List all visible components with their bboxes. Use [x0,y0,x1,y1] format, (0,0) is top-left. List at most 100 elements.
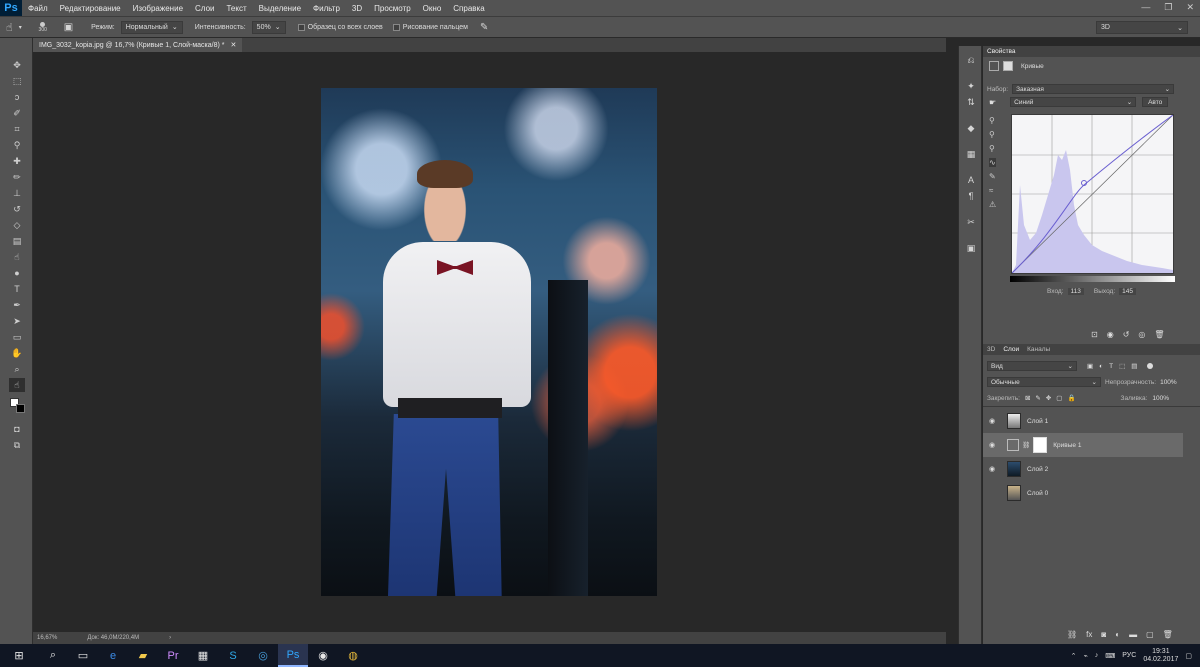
input-value[interactable]: 113 [1067,288,1084,295]
hand-tool-icon[interactable]: ✋ [9,346,25,360]
windows-start-icon[interactable]: ⊞ [0,644,38,667]
tab-layers[interactable]: Слои [1003,346,1019,353]
pen-tool-icon[interactable]: ✒ [9,298,25,312]
clock[interactable]: 19:31 04.02.2017 [1143,648,1178,664]
new-layer-icon[interactable]: ▢ [1146,630,1154,639]
opacity-value[interactable]: 100% [1160,379,1177,386]
gray-point-eyedropper-icon[interactable]: ⚲ [989,130,996,139]
reset-icon[interactable]: ↺ [1123,330,1130,339]
language-indicator[interactable]: РУС [1122,652,1136,659]
menu-type[interactable]: Текст [220,4,252,13]
visibility-icon[interactable]: ◎ [1138,330,1145,339]
network-icon[interactable]: ⌁ [1083,652,1087,660]
on-image-adjust-icon[interactable]: ☛ [989,98,996,107]
document-tab[interactable]: IMG_3032_kopia.jpg @ 16,7% (Кривые 1, Сл… [33,38,243,52]
menu-window[interactable]: Окно [417,4,448,13]
curve-point-tool-icon[interactable]: ∿ [989,158,997,167]
white-point-eyedropper-icon[interactable]: ⚲ [989,144,996,153]
intensity-input[interactable]: 50% ⌄ [251,20,286,34]
zoom-level[interactable]: 16,67% [37,635,57,641]
view-previous-icon[interactable]: ◉ [1107,330,1114,339]
rectangle-tool-icon[interactable]: ▭ [9,330,25,344]
chrome-icon[interactable]: ◍ [338,644,368,667]
type-tool-icon[interactable]: T [9,282,25,296]
brush-preset[interactable]: 300 [34,21,52,33]
workspace-select[interactable]: 3D ⌄ [1096,21,1188,34]
gradient-tool-icon[interactable]: ▤ [9,234,25,248]
menu-image[interactable]: Изображение [127,4,189,13]
navigator-panel-icon[interactable]: ▣ [964,242,978,254]
move-tool-icon[interactable]: ✥ [9,58,25,72]
smudge-tool-icon[interactable]: ☝ [9,250,25,264]
task-view-icon[interactable]: ▭ [68,644,98,667]
auto-button[interactable]: Авто [1142,97,1169,107]
character-panel-icon[interactable]: A [964,174,978,186]
tools-preset-icon[interactable]: ✂ [964,216,978,228]
minimize-button[interactable]: — [1141,2,1150,13]
preset-picker-arrow-icon[interactable]: ▾ [19,24,22,31]
layer-row-selected[interactable]: ◉ ⛓ Кривые 1 [983,433,1183,457]
lock-artboard-icon[interactable]: ▢ [1056,394,1062,402]
lock-pixels-icon[interactable]: ✎ [1035,394,1040,402]
lock-all-icon[interactable]: 🔒 [1067,394,1075,402]
menu-view[interactable]: Просмотр [368,4,417,13]
skype-icon[interactable]: S [218,644,248,667]
menu-file[interactable]: Файл [22,4,54,13]
clone-stamp-tool-icon[interactable]: ⊥ [9,186,25,200]
menu-layers[interactable]: Слои [189,4,220,13]
lock-transparent-icon[interactable]: ⊠ [1025,394,1030,402]
maximize-button[interactable]: ❐ [1164,2,1172,13]
menu-help[interactable]: Справка [447,4,490,13]
zoom-tool-icon[interactable]: ⌕ [9,362,25,376]
blend-mode-select[interactable]: Обычные ⌄ [987,377,1101,387]
curves-graph[interactable] [1011,114,1174,274]
new-adjustment-icon[interactable]: ◐ [1115,630,1120,639]
preset-select[interactable]: Заказная ⌄ [1012,84,1175,94]
crop-tool-icon[interactable]: ⌗ [9,122,25,136]
styles-panel-icon[interactable]: ◆ [964,122,978,134]
brush-panel-icon[interactable]: ▣ [64,22,73,33]
fill-value[interactable]: 100% [1152,395,1169,402]
menu-select[interactable]: Выделение [253,4,307,13]
lasso-tool-icon[interactable]: ↄ [9,90,25,104]
adjustments-panel-icon[interactable]: ⇅ [964,96,978,108]
history-brush-tool-icon[interactable]: ↺ [9,202,25,216]
quick-mask-icon[interactable]: ◘ [9,422,25,436]
delete-icon[interactable]: 🗑 [1154,330,1164,339]
black-point-eyedropper-icon[interactable]: ⚲ [989,116,996,125]
properties-tab[interactable]: Свойства [987,48,1016,55]
eraser-tool-icon[interactable]: ◇ [9,218,25,232]
eye-icon[interactable]: ◉ [989,441,999,449]
screen-mode-icon[interactable]: ⧉ [9,438,25,452]
clipping-warning-icon[interactable]: ⚠ [989,200,996,209]
path-selection-tool-icon[interactable]: ➤ [9,314,25,328]
keyboard-icon[interactable]: ⌨ [1105,652,1115,660]
menu-filter[interactable]: Фильтр [307,4,346,13]
smudge-tool-active-icon[interactable]: ☝ [9,378,25,392]
filter-adjustment-icon[interactable]: ◐ [1099,363,1103,370]
smooth-curve-icon[interactable]: ≈ [989,186,996,195]
delete-layer-icon[interactable]: 🗑 [1163,630,1173,639]
new-group-icon[interactable]: ▬ [1129,630,1137,639]
lock-position-icon[interactable]: ✥ [1046,394,1051,402]
filter-shape-icon[interactable]: ⬚ [1119,362,1125,370]
eye-icon[interactable]: ◉ [989,465,999,473]
paragraph-panel-icon[interactable]: ¶ [964,190,978,202]
filter-smart-icon[interactable]: ▤ [1131,362,1137,370]
chain-link-icon[interactable]: ⛓ [1022,441,1030,449]
layer-row[interactable]: ◉ Слой 0 [983,481,1183,505]
layer-row[interactable]: ◉ Слой 2 [983,457,1183,481]
quick-select-tool-icon[interactable]: ✐ [9,106,25,120]
layer-filter-select[interactable]: Вид ⌄ [987,361,1077,371]
layer-mask-thumbnail[interactable] [1033,437,1048,453]
output-value[interactable]: 145 [1119,288,1137,295]
edge-browser-icon[interactable]: e [98,644,128,667]
sample-all-checkbox[interactable]: Образец со всех слоев [297,23,383,31]
search-icon[interactable]: ⌕ [38,644,68,667]
brush-panel-icon[interactable]: ✦ [964,80,978,92]
photoshop-taskbar-icon[interactable]: Ps [278,644,308,667]
clip-to-layer-icon[interactable]: ⊡ [1091,330,1098,339]
history-panel-icon[interactable]: ⎌ [964,54,978,66]
notifications-icon[interactable]: ▢ [1185,652,1192,660]
store-icon[interactable]: ▦ [188,644,218,667]
